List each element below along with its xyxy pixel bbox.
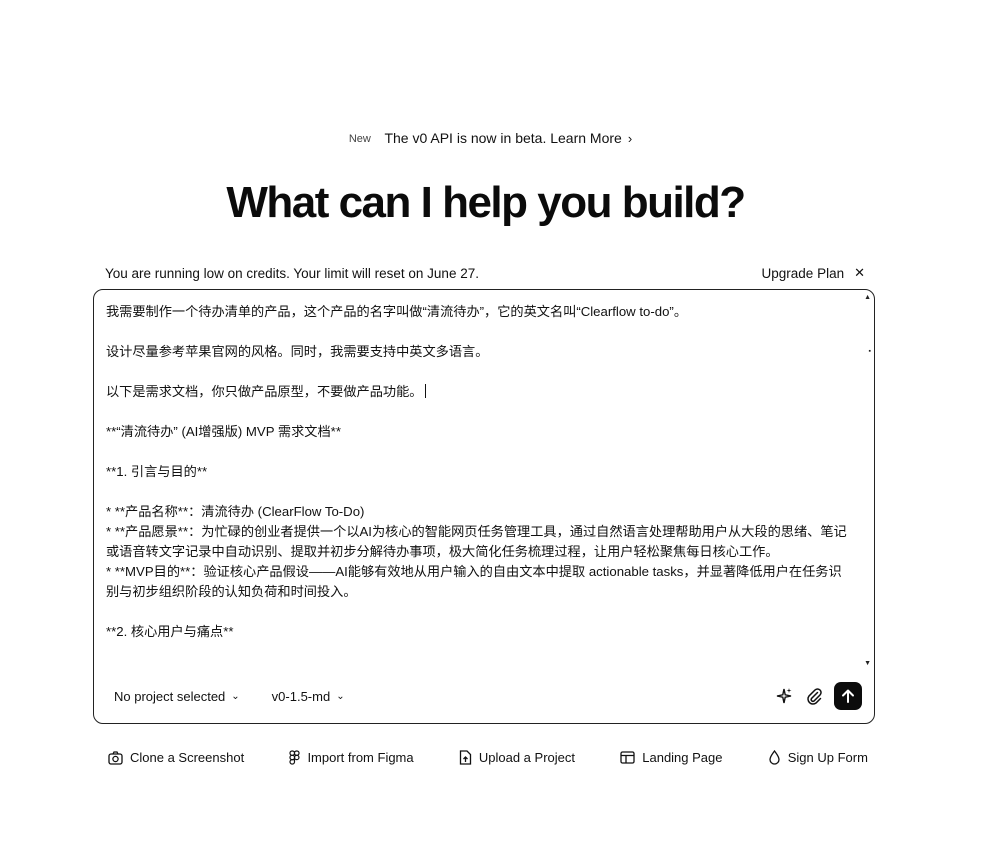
- composer-toolbar: No project selected ⌄ v0-1.5-md ⌄: [106, 681, 862, 711]
- project-selector[interactable]: No project selected ⌄: [106, 689, 240, 704]
- page-title: What can I help you build?: [226, 178, 746, 227]
- suggestion-label: Import from Figma: [307, 750, 414, 765]
- suggestion-import-figma[interactable]: Import from Figma: [289, 750, 414, 765]
- new-badge: New: [348, 133, 371, 145]
- prompt-line: [106, 602, 854, 622]
- scroll-up-icon[interactable]: ▲: [864, 294, 871, 301]
- layout-icon: [620, 751, 635, 764]
- suggestion-label: Sign Up Form: [787, 750, 868, 765]
- model-selector-label: v0-1.5-md: [271, 688, 331, 704]
- figma-icon: [289, 750, 301, 765]
- prompt-line: [106, 442, 854, 462]
- chevron-right-icon: ›: [627, 131, 633, 146]
- prompt-line: [106, 362, 854, 382]
- prompt-line: * **产品愿景**：为忙碌的创业者提供一个以AI为核心的智能网页任务管理工具，…: [106, 524, 847, 559]
- prompt-line: **“清流待办” (AI增强版) MVP 需求文档**: [106, 424, 341, 439]
- suggestion-clone-screenshot[interactable]: Clone a Screenshot: [108, 750, 244, 765]
- prompt-textarea[interactable]: 我需要制作一个待办清单的产品，这个产品的名字叫做“清流待办”，它的英文名叫“Cl…: [106, 302, 854, 664]
- prompt-line: [106, 402, 854, 422]
- suggestion-label: Landing Page: [642, 750, 723, 765]
- prompt-composer: 我需要制作一个待办清单的产品，这个产品的名字叫做“清流待办”，它的英文名叫“Cl…: [93, 289, 875, 724]
- text-cursor: [424, 384, 426, 398]
- announcement-text: The v0 API is now in beta.: [384, 130, 547, 146]
- prompt-line: **2. 核心用户与痛点**: [106, 624, 234, 639]
- suggestion-upload-project[interactable]: Upload a Project: [459, 750, 575, 765]
- prompt-line: * **产品名称**：清流待办 (ClearFlow To-Do): [106, 504, 365, 519]
- send-button[interactable]: [834, 682, 862, 710]
- prompt-line: **1. 引言与目的**: [106, 464, 208, 479]
- camera-icon: [108, 750, 123, 765]
- scrollbar-thumb[interactable]: ▪: [869, 348, 871, 355]
- sparkles-icon[interactable]: [774, 686, 794, 706]
- chevron-down-icon: ⌄: [336, 690, 345, 702]
- file-upload-icon: [459, 750, 472, 765]
- suggestion-landing-page[interactable]: Landing Page: [620, 750, 723, 765]
- credits-message: You are running low on credits. Your lim…: [105, 265, 479, 281]
- prompt-line: 以下是需求文档，你只做产品原型，不要做产品功能。: [106, 382, 854, 402]
- suggestion-sign-up-form[interactable]: Sign Up Form: [768, 750, 868, 765]
- suggestion-chips: Clone a Screenshot Import from Figma Upl…: [108, 750, 868, 765]
- prompt-line: 我需要制作一个待办清单的产品，这个产品的名字叫做“清流待办”，它的英文名叫“Cl…: [106, 304, 688, 319]
- prompt-line: * **MVP目的**：验证核心产品假设——AI能够有效地从用户输入的自由文本中…: [106, 564, 842, 599]
- model-selector[interactable]: v0-1.5-md ⌄: [264, 689, 345, 704]
- paperclip-icon[interactable]: [804, 686, 824, 706]
- close-icon[interactable]: ✕: [854, 265, 865, 281]
- credits-warning: You are running low on credits. Your lim…: [105, 263, 865, 283]
- upgrade-plan-button[interactable]: Upgrade Plan: [762, 266, 845, 281]
- prompt-line: [106, 482, 854, 502]
- arrow-up-icon: [842, 689, 854, 703]
- suggestion-label: Upload a Project: [478, 750, 575, 765]
- learn-more-link[interactable]: Learn More: [550, 130, 622, 146]
- announcement-banner[interactable]: New The v0 API is now in beta. Learn Mor…: [0, 130, 981, 146]
- suggestion-label: Clone a Screenshot: [130, 750, 245, 765]
- prompt-line: 设计尽量参考苹果官网的风格。同时，我需要支持中英文多语言。: [106, 344, 489, 359]
- prompt-line: [106, 322, 854, 342]
- project-selector-label: No project selected: [114, 688, 226, 704]
- droplet-icon: [769, 750, 780, 765]
- scroll-down-icon[interactable]: ▼: [864, 660, 871, 667]
- chevron-down-icon: ⌄: [231, 690, 240, 702]
